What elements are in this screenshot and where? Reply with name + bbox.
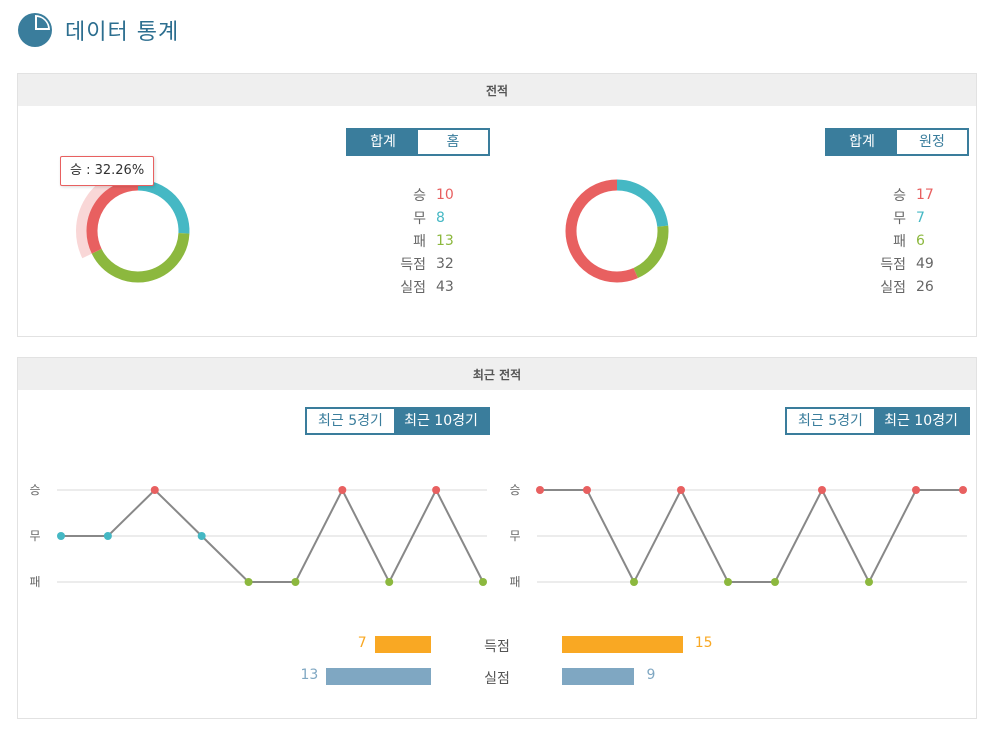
goals-comparison: 득점 실점 7 15 13 9 [17, 630, 977, 690]
stat-value: 17 [916, 186, 934, 203]
conceded-label: 실점 [484, 671, 510, 687]
record-section-title: 전적 [18, 74, 976, 106]
stat-row-losses: 패6 [866, 229, 946, 252]
home-stats: 승 10 무8 패 13 득점 32 실점 43 [386, 183, 466, 298]
form-point[interactable] [630, 578, 638, 586]
bar-away-goals [562, 636, 683, 653]
donut-slice-draw[interactable] [616, 179, 669, 228]
bar-value-away-conceded: 9 [646, 667, 656, 683]
page-title: 데이터 통계 [65, 20, 180, 45]
stat-value: 8 [436, 209, 445, 226]
form-point[interactable] [291, 578, 300, 586]
form-point[interactable] [338, 486, 347, 494]
goals-label: 득점 [484, 639, 510, 655]
bar-value-away-goals: 15 [694, 635, 713, 651]
pie-chart-icon [18, 13, 52, 47]
tab-away-total[interactable]: 합계 [827, 130, 897, 154]
tab-recent-10-right[interactable]: 최근 10경기 [874, 409, 968, 433]
stat-row-wins: 승 17 [866, 183, 946, 206]
bar-value-home-goals: 7 [357, 635, 367, 651]
donut-tooltip: 승 : 32.26% [60, 156, 155, 186]
form-point[interactable] [771, 578, 779, 586]
form-point[interactable] [724, 578, 732, 586]
home-tab-group: 합계 홈 [346, 128, 490, 156]
form-point[interactable] [150, 486, 159, 494]
form-point[interactable] [583, 486, 591, 494]
stat-value: 26 [916, 278, 934, 295]
stat-row-wins: 승 10 [386, 183, 466, 206]
page-header: 데이터 통계 [17, 10, 179, 50]
donut-slice-draw[interactable] [137, 179, 190, 234]
y-axis-label: 무 [29, 529, 40, 543]
recent-right-tab-group: 최근 5경기 최근 10경기 [785, 407, 970, 435]
away-tab-group: 합계 원정 [825, 128, 969, 156]
tab-home[interactable]: 홈 [418, 130, 488, 154]
stat-value: 32 [436, 255, 454, 272]
tab-away[interactable]: 원정 [897, 130, 967, 154]
stat-value: 10 [436, 186, 454, 203]
donut-slice-win[interactable] [565, 179, 638, 283]
form-point[interactable] [536, 486, 544, 494]
stat-row-conceded: 실점 26 [866, 275, 946, 298]
y-axis-label: 승 [29, 483, 40, 497]
bar-value-home-conceded: 13 [300, 667, 319, 683]
y-axis-label: 패 [29, 575, 40, 589]
stat-row-conceded: 실점 43 [386, 275, 466, 298]
form-point[interactable] [103, 532, 112, 540]
form-point[interactable] [479, 578, 487, 586]
stat-value: 43 [436, 278, 454, 295]
stat-value: 49 [916, 255, 934, 272]
away-stats: 승 17 무7 패6 득점 49 실점 26 [866, 183, 946, 298]
home-recent-form-chart: 승무패 [29, 483, 487, 589]
donut-slice-loss[interactable] [633, 225, 669, 279]
bar-home-conceded [326, 668, 431, 685]
form-point[interactable] [197, 532, 206, 540]
tab-recent-5-right[interactable]: 최근 5경기 [787, 409, 874, 433]
y-axis-label: 승 [509, 483, 520, 497]
stat-row-losses: 패 13 [386, 229, 466, 252]
form-point[interactable] [385, 578, 394, 586]
stat-value: 6 [916, 232, 925, 249]
away-recent-form-chart: 승무패 [509, 483, 967, 589]
form-point[interactable] [57, 532, 65, 540]
bar-home-goals [374, 636, 431, 653]
form-point[interactable] [818, 486, 826, 494]
form-point[interactable] [912, 486, 920, 494]
tab-home-total[interactable]: 합계 [348, 130, 418, 154]
stat-row-goals: 득점 49 [866, 252, 946, 275]
form-point[interactable] [677, 486, 685, 494]
stat-row-draws: 무7 [866, 206, 946, 229]
recent-left-tab-group: 최근 5경기 최근 10경기 [305, 407, 490, 435]
y-axis-label: 무 [509, 529, 520, 543]
form-point[interactable] [959, 486, 967, 494]
bar-away-conceded [562, 668, 635, 685]
donut-slice-loss[interactable] [91, 232, 190, 283]
recent-section-title: 최근 전적 [18, 358, 976, 390]
stat-row-draws: 무8 [386, 206, 466, 229]
stat-value: 13 [436, 232, 454, 249]
y-axis-label: 패 [509, 575, 520, 589]
form-point[interactable] [244, 578, 253, 586]
stat-value: 7 [916, 209, 925, 226]
form-point[interactable] [432, 486, 441, 494]
form-point[interactable] [865, 578, 873, 586]
stat-row-goals: 득점 32 [386, 252, 466, 275]
tab-recent-5-left[interactable]: 최근 5경기 [307, 409, 394, 433]
tab-recent-10-left[interactable]: 최근 10경기 [394, 409, 488, 433]
away-record-donut [565, 179, 669, 283]
